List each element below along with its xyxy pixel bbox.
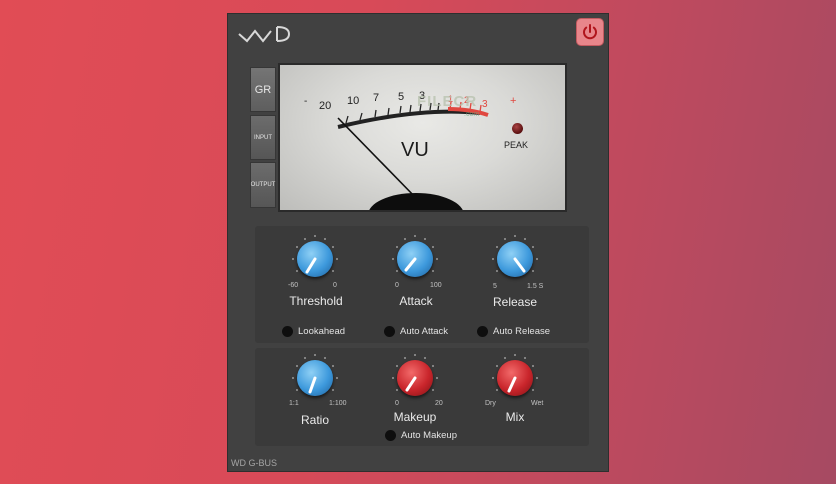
attack-min: 0 — [395, 282, 399, 289]
vu-scale-label: 7 — [373, 92, 380, 104]
ratio-label: Ratio — [300, 413, 329, 427]
gr-mode-button[interactable]: GR — [250, 67, 276, 112]
power-button[interactable] — [576, 18, 604, 46]
ratio-max: 1:100 — [329, 400, 347, 407]
vu-plus-label: + — [510, 95, 517, 107]
mix-min: Dry — [485, 400, 496, 407]
release-knob[interactable] — [490, 234, 540, 284]
threshold-max: 0 — [333, 282, 337, 289]
vu-meter: - 20 10 7 5 3 1 2 3 + FILECR .com VU PEA… — [278, 63, 567, 212]
auto-attack-toggle[interactable]: Auto Attack — [384, 326, 448, 337]
threshold-knob[interactable] — [290, 234, 340, 284]
vu-scale-label: 20 — [319, 100, 332, 112]
vu-scale-label: 5 — [398, 91, 405, 103]
knob-pointer — [308, 376, 317, 394]
auto-release-label: Auto Release — [493, 326, 551, 337]
auto-makeup-toggle-dot — [385, 430, 396, 441]
peak-led-icon — [512, 123, 523, 134]
makeup-knob[interactable] — [390, 353, 440, 403]
auto-makeup-label: Auto Makeup — [401, 430, 457, 441]
knob-pointer — [513, 257, 526, 273]
release-max: 1.5 S — [527, 283, 544, 290]
vu-scale-label: - — [304, 96, 308, 107]
auto-release-toggle-dot — [477, 326, 488, 337]
makeup-max: 20 — [435, 400, 443, 407]
dynamics-panel: -60 0 Threshold 0 100 Attack 5 1.5 S Rel… — [255, 226, 589, 343]
plugin-name: WD G-BUS — [231, 458, 277, 468]
knob-pointer — [507, 376, 517, 393]
attack-knob[interactable] — [390, 234, 440, 284]
mix-max: Wet — [531, 400, 544, 407]
auto-attack-toggle-dot — [384, 326, 395, 337]
knob-pointer — [305, 257, 317, 274]
output-mode-button[interactable]: OUTPUT — [250, 162, 276, 208]
wd-logo-icon — [238, 26, 290, 43]
watermark-sub: .com — [464, 111, 480, 118]
lookahead-toggle[interactable]: Lookahead — [282, 326, 345, 337]
ratio-knob[interactable] — [290, 353, 340, 403]
attack-label: Attack — [399, 294, 433, 308]
peak-label: PEAK — [504, 140, 529, 150]
release-label: Release — [492, 295, 538, 309]
input-mode-button[interactable]: INPUT — [250, 115, 276, 160]
makeup-min: 0 — [395, 400, 399, 407]
attack-max: 100 — [430, 282, 442, 289]
knob-pointer — [404, 257, 417, 272]
vu-label: VU — [401, 139, 429, 161]
lookahead-toggle-dot — [282, 326, 293, 337]
vu-scale-label: 10 — [347, 95, 360, 107]
auto-attack-label: Auto Attack — [400, 326, 449, 337]
plugin-window: GR INPUT OUTPUT - 20 10 7 5 3 1 2 3 + FI… — [227, 13, 609, 472]
auto-makeup-toggle[interactable]: Auto Makeup — [385, 430, 457, 441]
vu-scale-label: 3 — [482, 99, 488, 110]
lookahead-label: Lookahead — [298, 326, 346, 337]
gain-panel: 1:1 1:100 Ratio 0 20 Makeup Dry Wet Mix … — [255, 348, 589, 446]
threshold-label: Threshold — [289, 294, 343, 308]
release-min: 5 — [493, 283, 497, 290]
power-icon — [583, 24, 597, 40]
knob-pointer — [405, 376, 417, 392]
makeup-label: Makeup — [393, 410, 437, 424]
watermark: FILECR — [417, 93, 478, 110]
auto-release-toggle[interactable]: Auto Release — [477, 326, 550, 337]
mix-label: Mix — [505, 410, 525, 424]
mix-knob[interactable] — [490, 353, 540, 403]
threshold-min: -60 — [288, 282, 299, 289]
ratio-min: 1:1 — [289, 400, 299, 407]
